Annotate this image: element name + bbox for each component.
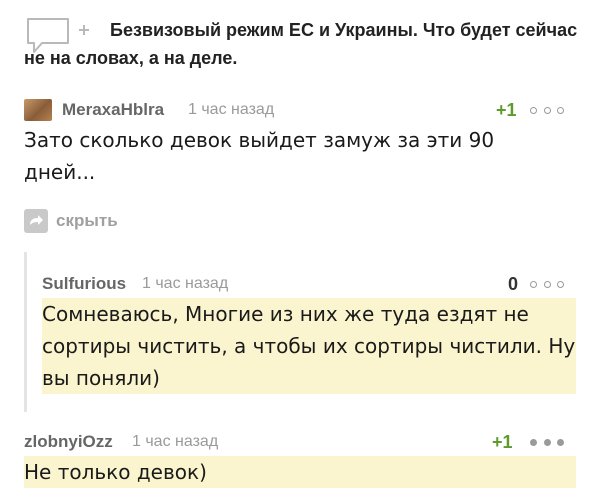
comment-header: Sulfurious 1 час назад 0: [42, 272, 576, 298]
post-title[interactable]: Безвизовый режим ЕС и Украины. Что будет…: [24, 16, 584, 72]
comment-rating: 0: [508, 274, 519, 294]
comment-rating: +1: [492, 432, 513, 452]
comment: Sulfurious 1 час назад 0 Сомневаюсь, Мно…: [42, 272, 576, 394]
comment-rating: +1: [496, 100, 517, 120]
comment: MeraxaHblra 1 час назад +1 Зато сколько …: [24, 98, 564, 188]
hide-thread-link[interactable]: скрыть: [24, 206, 118, 236]
more-options-icon[interactable]: [530, 104, 564, 116]
comment-header: MeraxaHblra 1 час назад +1: [24, 98, 564, 124]
comment-time[interactable]: 1 час назад: [142, 275, 228, 293]
hide-label: скрыть: [56, 211, 118, 230]
avatar[interactable]: [24, 99, 52, 121]
post-header: Безвизовый режим ЕС и Украины. Что будет…: [24, 8, 584, 72]
more-options-icon[interactable]: [530, 436, 564, 448]
comment-author[interactable]: Sulfurious: [42, 274, 126, 294]
hide-icon: [24, 209, 48, 233]
comment: zlobnyiOzz 1 час назад +1 Не только дево…: [24, 430, 576, 488]
thread-line[interactable]: [24, 252, 27, 412]
comment-text: Сомневаюсь, Многие из них же туда ездят …: [42, 298, 576, 394]
more-options-icon[interactable]: [530, 278, 564, 290]
comment-time[interactable]: 1 час назад: [132, 433, 218, 451]
comment-author[interactable]: zlobnyiOzz: [24, 432, 113, 452]
comment-text: Не только девок): [24, 456, 576, 488]
add-comment-icon[interactable]: [24, 16, 104, 58]
comment-header: zlobnyiOzz 1 час назад +1: [24, 430, 576, 456]
comment-time[interactable]: 1 час назад: [188, 101, 274, 119]
comment-author[interactable]: MeraxaHblra: [62, 100, 164, 120]
comment-text: Зато сколько девок выйдет замуж за эти 9…: [24, 128, 495, 184]
